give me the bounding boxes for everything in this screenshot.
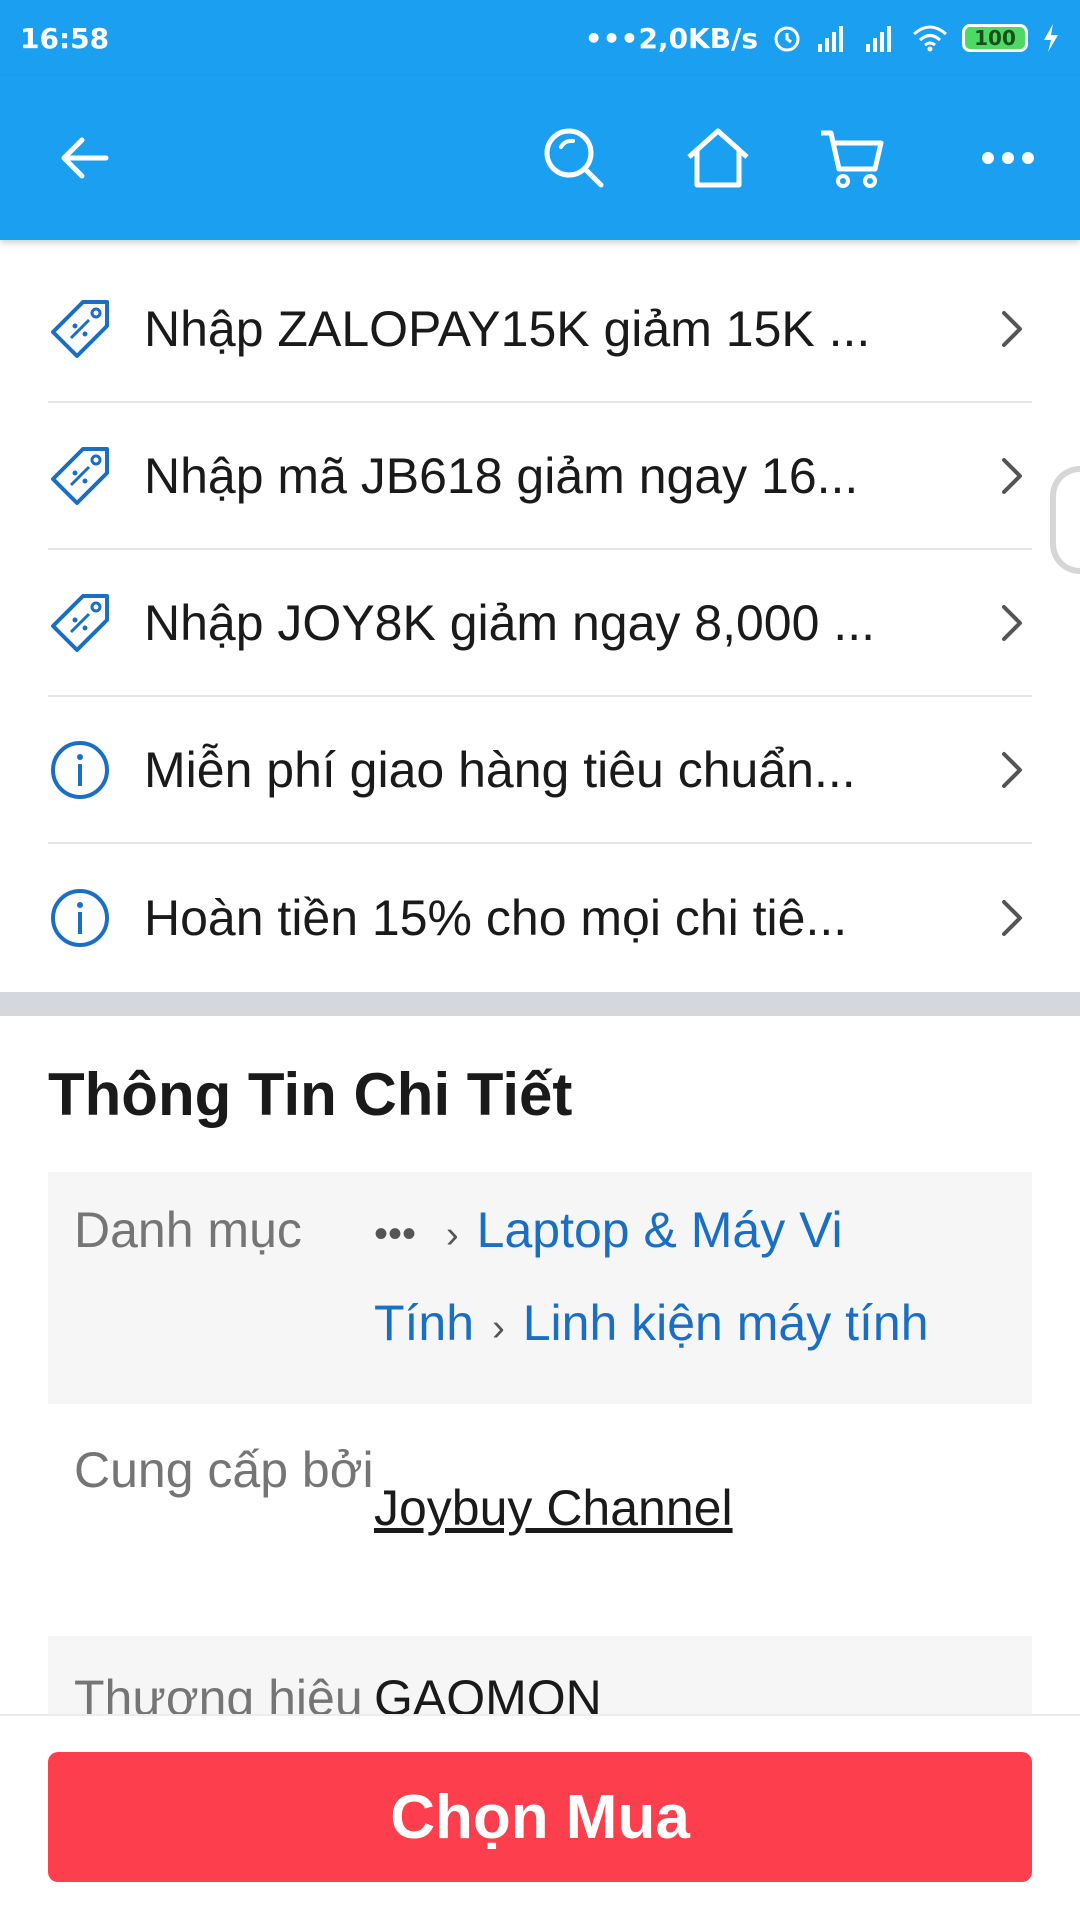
info-icon [48, 886, 112, 950]
detail-row-category: Danh mục ••• › Laptop & Máy Vi Tính › Linh k… [48, 1172, 1032, 1404]
more-button[interactable] [966, 116, 1050, 200]
network-speed: •••2,0KB/s [584, 21, 758, 55]
seller-link[interactable]: Joybuy Channel [374, 1480, 733, 1536]
back-button[interactable] [42, 116, 126, 200]
promotion-item[interactable]: Nhập JOY8K giảm ngay 8,000 ... [48, 550, 1032, 697]
promotion-item[interactable]: Miễn phí giao hàng tiêu chuẩn... [48, 697, 1032, 844]
chevron-right-icon: › [492, 1307, 505, 1349]
chevron-right-icon [992, 740, 1032, 800]
search-icon [544, 128, 604, 188]
info-icon [48, 738, 112, 802]
status-time: 16:58 [20, 21, 110, 55]
scroll-indicator[interactable] [1050, 466, 1080, 574]
coupon-icon [48, 444, 112, 508]
home-icon [687, 128, 749, 188]
breadcrumb-ellipsis[interactable]: ••• [374, 1212, 416, 1256]
promotion-label: Hoàn tiền 15% cho mọi chi tiê... [144, 889, 848, 946]
seller-label: Cung cấp bởi [74, 1442, 374, 1498]
cart-button[interactable] [810, 116, 894, 200]
section-divider [0, 992, 1080, 1016]
details-table: Danh mục ••• › Laptop & Máy Vi Tính › Linh k… [48, 1172, 1032, 1776]
status-icons: •••2,0KB/s 100 [585, 22, 1060, 55]
promotion-label: Nhập JOY8K giảm ngay 8,000 ... [144, 594, 875, 651]
cart-icon [821, 130, 884, 188]
wifi-icon [912, 24, 948, 52]
battery-indicator: 100 [962, 24, 1028, 52]
alarm-icon [772, 23, 802, 53]
home-button[interactable] [676, 116, 760, 200]
promotion-label: Nhập mã JB618 giảm ngay 16... [144, 447, 859, 504]
details-title: Thông Tin Chi Tiết [48, 1061, 573, 1128]
detail-row-seller: Cung cấp bởi Joybuy Channel [48, 1404, 1032, 1636]
category-label: Danh mục [74, 1202, 302, 1258]
more-icon [982, 152, 1034, 164]
bottom-bar: Chọn Mua [0, 1714, 1080, 1920]
promotion-item[interactable]: Hoàn tiền 15% cho mọi chi tiê... [48, 844, 1032, 991]
signal-icon [816, 24, 850, 52]
signal-icon-2 [864, 24, 898, 52]
app-header [0, 76, 1080, 240]
status-bar: 16:58 •••2,0KB/s 100 [0, 0, 1080, 76]
buy-button[interactable]: Chọn Mua [48, 1752, 1032, 1882]
breadcrumb-link[interactable]: Linh kiện máy tính [523, 1295, 929, 1351]
search-button[interactable] [532, 116, 616, 200]
back-arrow-icon [61, 137, 109, 179]
coupon-icon [48, 591, 112, 655]
seller-value-wrap: Joybuy Channel [374, 1420, 1006, 1636]
chevron-right-icon [992, 299, 1032, 359]
chevron-right-icon: › [446, 1214, 459, 1256]
chevron-right-icon [992, 888, 1032, 948]
promotion-label: Miễn phí giao hàng tiêu chuẩn... [144, 741, 856, 798]
promotion-list: Nhập ZALOPAY15K giảm 15K ... Nhập mã JB6… [48, 256, 1032, 991]
category-breadcrumb: ••• › Laptop & Máy Vi Tính › Linh kiện máy t… [374, 1180, 1006, 1404]
promotion-label: Nhập ZALOPAY15K giảm 15K ... [144, 300, 871, 357]
chevron-right-icon [992, 446, 1032, 506]
product-detail-screen: 16:58 •••2,0KB/s 100 Nhập ZALOPAY15K giả… [0, 0, 1080, 1920]
coupon-icon [48, 297, 112, 361]
chevron-right-icon [992, 593, 1032, 653]
promotion-item[interactable]: Nhập mã JB618 giảm ngay 16... [48, 403, 1032, 550]
promotion-item[interactable]: Nhập ZALOPAY15K giảm 15K ... [48, 256, 1032, 403]
charging-icon [1042, 23, 1060, 53]
